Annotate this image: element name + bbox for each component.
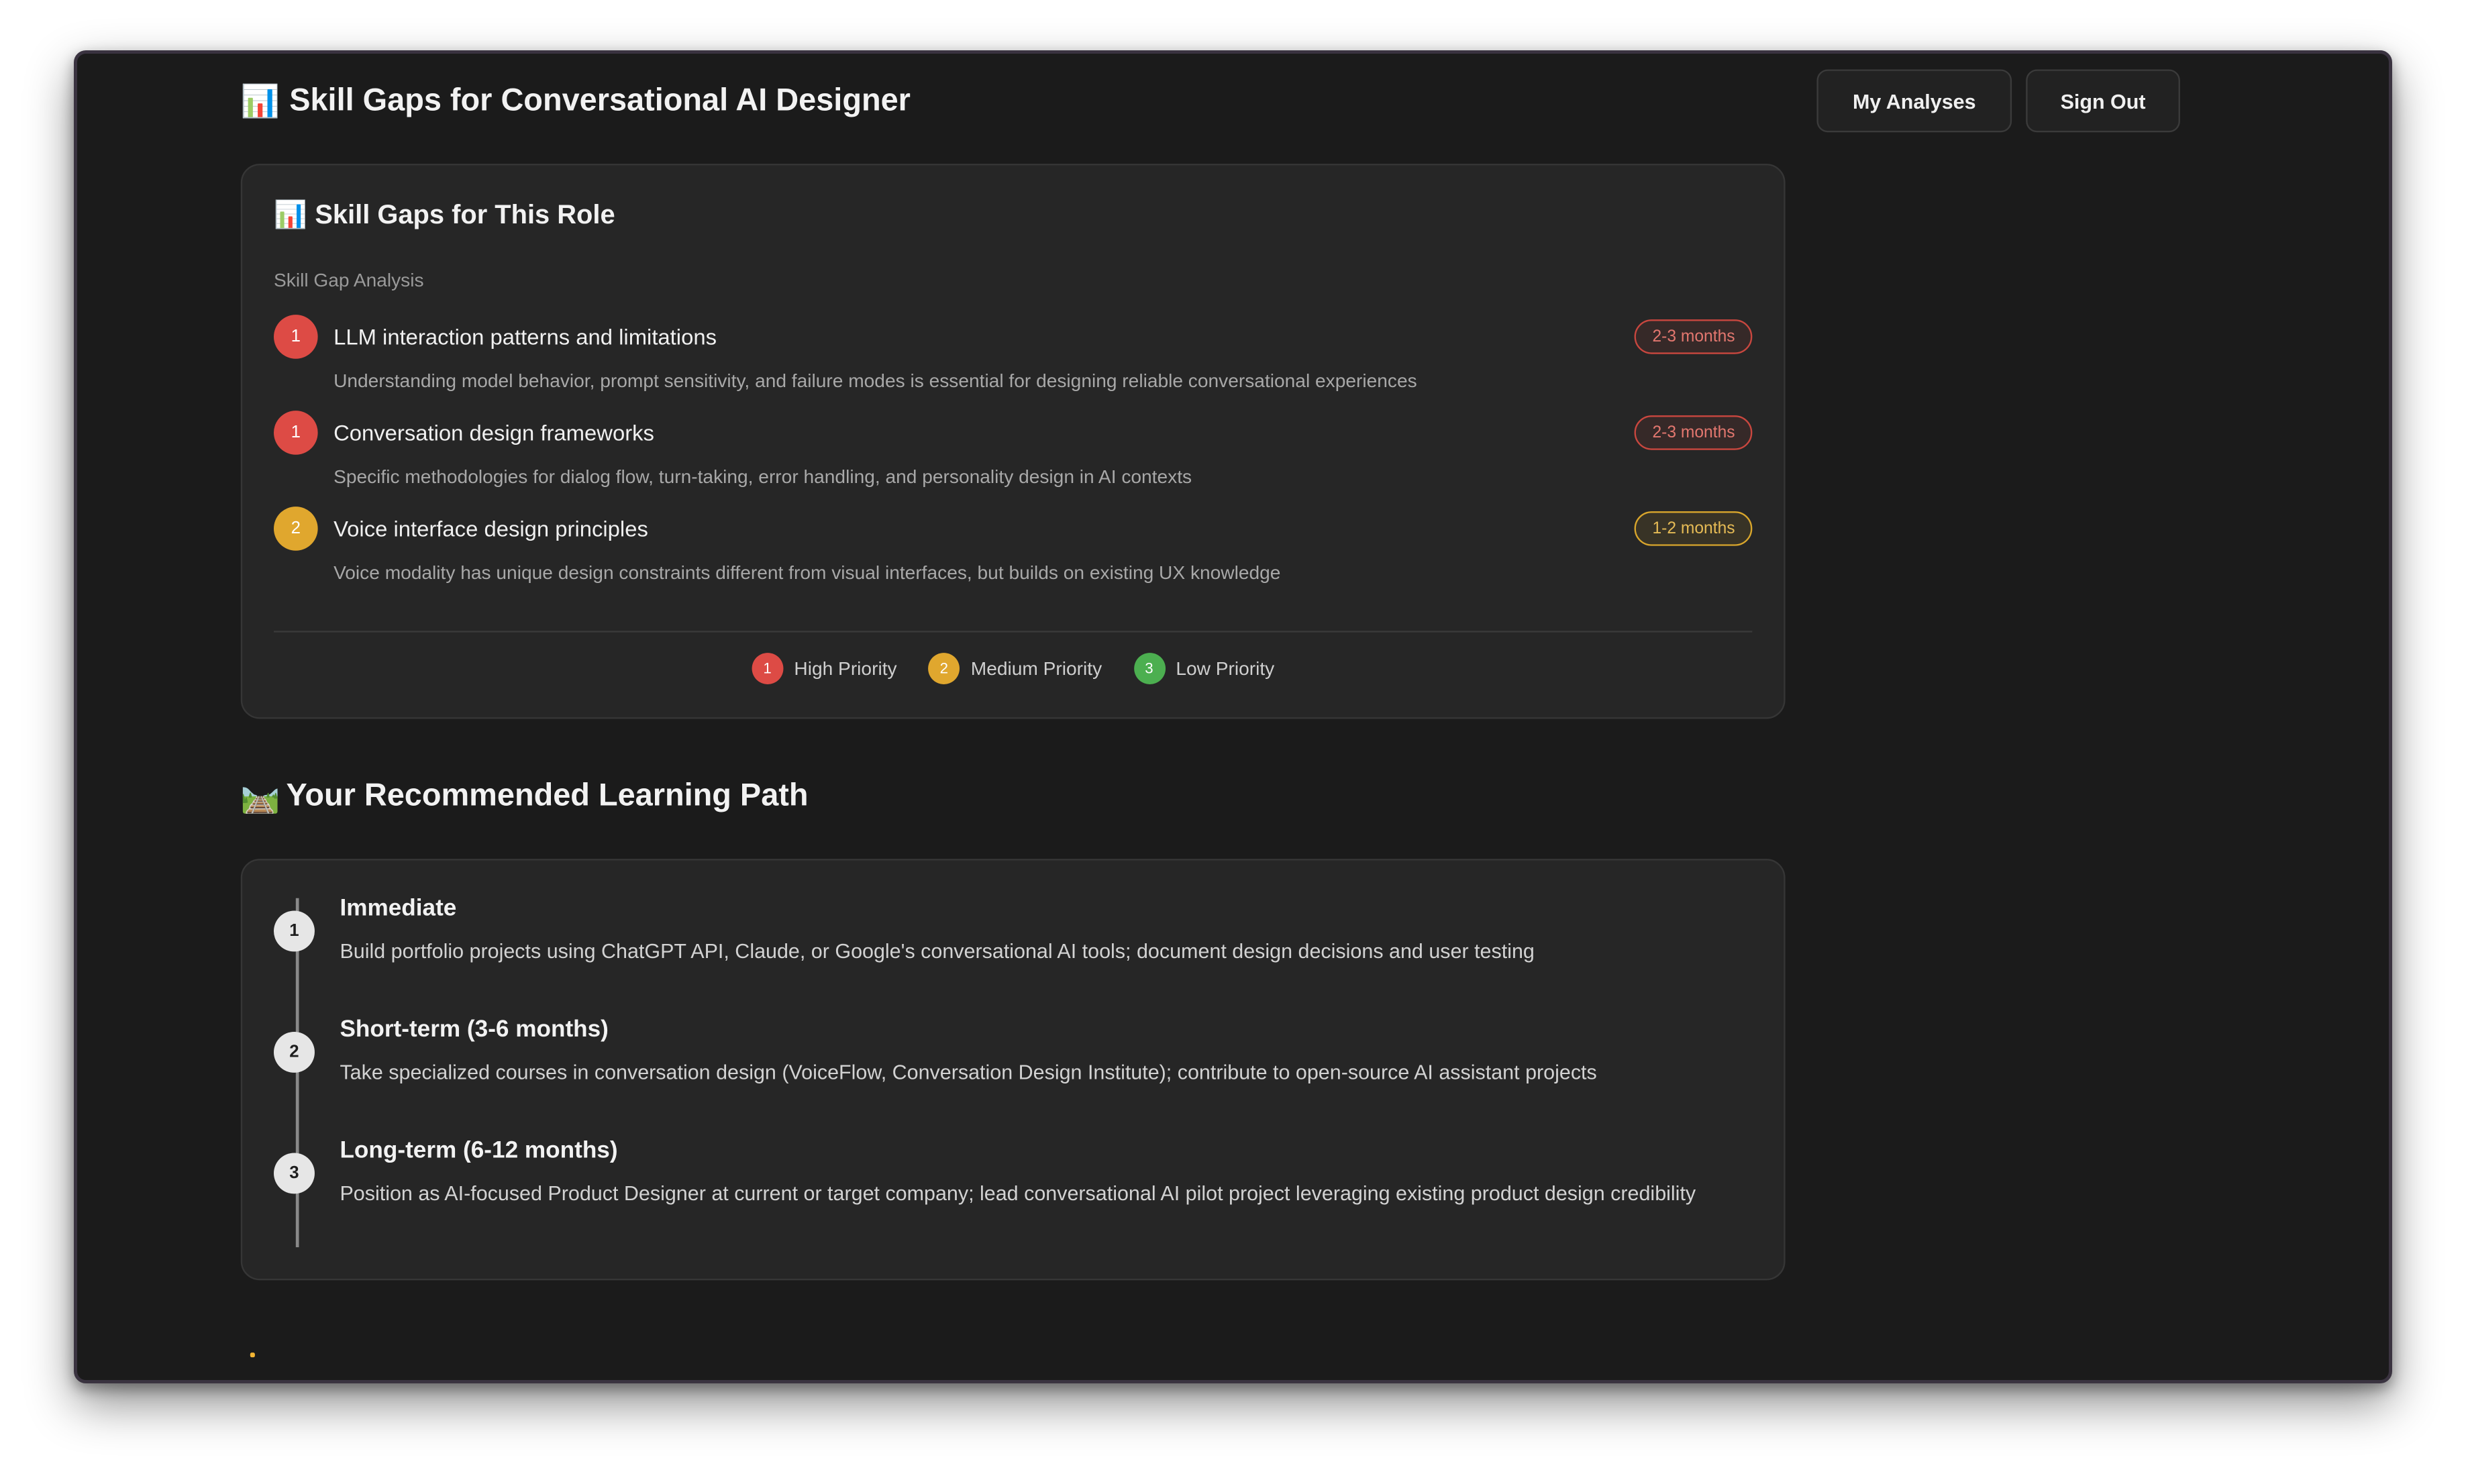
card-title: 📊 Skill Gaps for This Role: [274, 200, 615, 231]
priority-badge-high: 1: [274, 315, 318, 359]
legend-dot-high: 1: [752, 653, 783, 684]
skill-gap-description: Specific methodologies for dialog flow, …: [333, 466, 1192, 488]
screenshot-stage: 📊 Skill Gaps for Conversational AI Desig…: [0, 0, 2468, 1484]
priority-badge-high: 1: [274, 411, 318, 455]
skill-gap-description: Voice modality has unique design constra…: [333, 562, 1281, 584]
step-title: Short-term (3-6 months): [340, 1016, 609, 1043]
bar-chart-icon: 📊: [274, 199, 307, 230]
railway-track-icon: 🛤️: [240, 780, 280, 815]
skill-gaps-card: 📊 Skill Gaps for This Role Skill Gap Ana…: [240, 164, 1786, 719]
skill-gap-name: LLM interaction patterns and limitations: [333, 324, 717, 350]
divider: [274, 631, 1753, 633]
skill-gap-description: Understanding model behavior, prompt sen…: [333, 370, 1417, 392]
step-description: Take specialized courses in conversation…: [340, 1060, 1597, 1084]
page-title: 📊 Skill Gaps for Conversational AI Desig…: [241, 82, 911, 121]
skill-gap-name: Conversation design frameworks: [333, 420, 654, 445]
legend-dot-medium: 2: [928, 653, 960, 684]
page-title-text: Skill Gaps for Conversational AI Designe…: [289, 83, 911, 119]
step-number-badge: 1: [274, 910, 315, 952]
skill-gap-item: 2 Voice interface design principles Voic…: [274, 507, 1753, 594]
legend-item-low: 3 Low Priority: [1133, 653, 1274, 684]
skill-gap-item: 1 LLM interaction patterns and limitatio…: [274, 315, 1753, 403]
app-window: 📊 Skill Gaps for Conversational AI Desig…: [74, 50, 2392, 1383]
page-content: 📊 Skill Gaps for Conversational AI Desig…: [77, 54, 2389, 1380]
sign-out-button[interactable]: Sign Out: [2026, 69, 2180, 133]
next-section-icon-fragment: [250, 1353, 255, 1358]
step-number-badge: 2: [274, 1031, 315, 1073]
step-description: Position as AI-focused Product Designer …: [340, 1181, 1696, 1205]
section-label: Skill Gap Analysis: [274, 269, 424, 291]
priority-badge-medium: 2: [274, 507, 318, 551]
bar-chart-icon: 📊: [240, 85, 280, 120]
card-title-text: Skill Gaps for This Role: [315, 199, 615, 230]
skill-gap-item: 1 Conversation design frameworks Specifi…: [274, 411, 1753, 498]
legend-label: Low Priority: [1176, 657, 1275, 680]
duration-badge: 2-3 months: [1635, 319, 1753, 354]
skill-gap-name: Voice interface design principles: [333, 516, 648, 541]
legend-dot-low: 3: [1133, 653, 1165, 684]
step-title: Immediate: [340, 895, 457, 922]
duration-badge: 2-3 months: [1635, 415, 1753, 450]
legend-item-high: 1 High Priority: [752, 653, 897, 684]
learning-path-card: 1 Immediate Build portfolio projects usi…: [240, 859, 1786, 1281]
legend-item-medium: 2 Medium Priority: [928, 653, 1102, 684]
duration-badge: 1-2 months: [1635, 511, 1753, 546]
learning-path-heading: 🛤️ Your Recommended Learning Path: [241, 777, 809, 816]
step-description: Build portfolio projects using ChatGPT A…: [340, 939, 1535, 963]
legend-label: Medium Priority: [970, 657, 1102, 680]
my-analyses-button[interactable]: My Analyses: [1816, 69, 2012, 133]
learning-path-heading-text: Your Recommended Learning Path: [286, 778, 809, 814]
step-title: Long-term (6-12 months): [340, 1137, 618, 1164]
legend-label: High Priority: [794, 657, 897, 680]
priority-legend: 1 High Priority 2 Medium Priority 3 Low …: [242, 653, 1784, 684]
step-number-badge: 3: [274, 1153, 315, 1194]
